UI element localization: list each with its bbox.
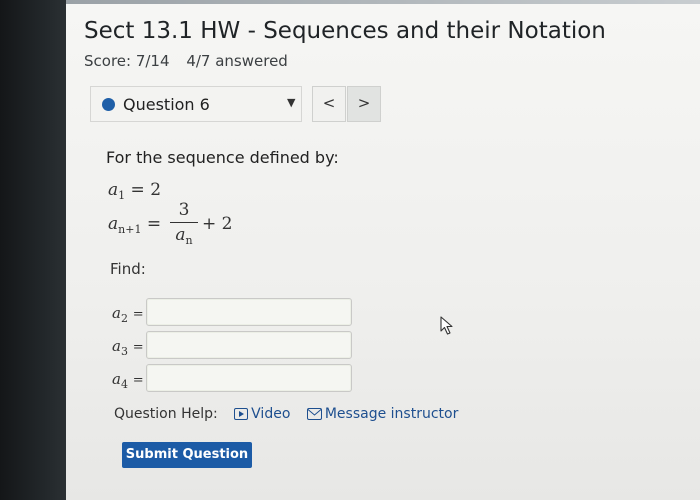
video-icon: [234, 408, 249, 424]
fraction-denominator: an: [170, 225, 198, 251]
term-subscript: n: [185, 234, 193, 247]
question-selector-label: Question 6: [123, 95, 210, 114]
fraction: 3 an: [170, 200, 198, 251]
message-instructor-label: Message instructor: [324, 406, 459, 422]
answered-count: 4/7 answered: [186, 52, 288, 70]
term-name: a: [112, 370, 121, 388]
term-name: a: [112, 304, 121, 322]
find-label: Find:: [110, 260, 146, 278]
initial-term-value: = 2: [130, 180, 162, 200]
answer-label-a2: a2 =: [112, 304, 144, 325]
score-text: Score: 7/14: [84, 52, 170, 70]
term-subscript: n+1: [118, 223, 142, 236]
term-name: a: [175, 225, 186, 245]
term-name: a: [112, 337, 121, 355]
browser-page: Sect 13.1 HW - Sequences and their Notat…: [66, 0, 700, 500]
fraction-numerator: 3: [178, 200, 190, 220]
video-link[interactable]: Video: [234, 406, 295, 422]
question-status-dot-icon: [102, 98, 115, 111]
submit-question-button[interactable]: Submit Question: [122, 442, 252, 468]
question-selector[interactable]: Question 6 ▼: [90, 86, 302, 122]
question-help-label: Question Help:: [114, 406, 218, 422]
monitor-bezel: [0, 0, 66, 500]
question-help: Question Help: Video Message instructor: [114, 406, 458, 424]
equals-sign: =: [132, 307, 144, 322]
term-subscript: 4: [120, 378, 128, 391]
previous-question-button[interactable]: <: [312, 86, 346, 122]
initial-term: a1 = 2: [108, 180, 161, 202]
score-line: Score: 7/14 4/7 answered: [84, 52, 288, 70]
term-name: a: [108, 180, 119, 200]
chevron-down-icon: ▼: [287, 96, 296, 109]
question-prompt: For the sequence defined by:: [106, 148, 339, 167]
recurrence-formula: an+1 = 3 an + 2: [108, 200, 308, 247]
page-title: Sect 13.1 HW - Sequences and their Notat…: [84, 18, 606, 44]
equals-sign: =: [132, 340, 144, 355]
equals-sign: =: [132, 373, 144, 388]
term-name: a: [108, 214, 119, 234]
answer-input-a4[interactable]: [146, 364, 352, 392]
answer-input-a2[interactable]: [146, 298, 352, 326]
recurrence-lhs: an+1 =: [108, 214, 161, 236]
envelope-icon: [306, 408, 322, 424]
term-subscript: 2: [120, 312, 128, 325]
equals-sign: =: [146, 214, 162, 234]
mouse-pointer-icon: [440, 316, 456, 340]
message-instructor-link[interactable]: Message instructor: [306, 406, 459, 424]
answer-label-a3: a3 =: [112, 337, 144, 358]
answer-input-a3[interactable]: [146, 331, 352, 359]
next-question-button[interactable]: >: [347, 86, 381, 122]
recurrence-tail: + 2: [202, 214, 233, 234]
fraction-bar: [170, 222, 198, 223]
video-link-label: Video: [251, 406, 291, 422]
term-subscript: 3: [120, 345, 128, 358]
answer-label-a4: a4 =: [112, 370, 144, 391]
top-edge: [66, 0, 700, 4]
